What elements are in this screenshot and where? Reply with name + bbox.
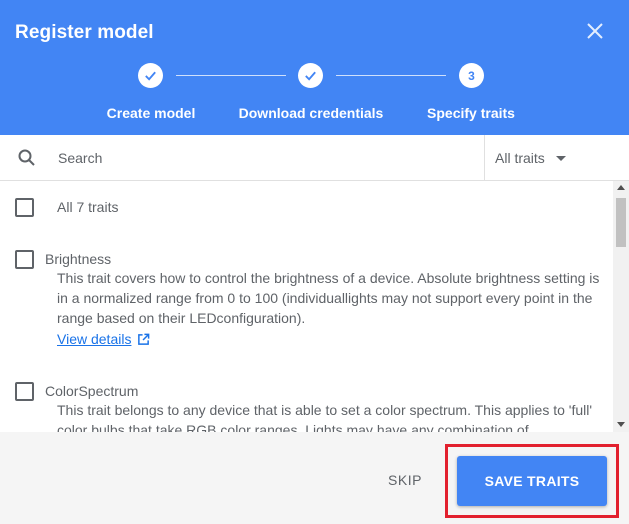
check-icon xyxy=(305,71,316,81)
dialog-footer: SKIP SAVE TRAITS xyxy=(0,432,629,524)
step-label-create-model: Create model xyxy=(106,105,196,121)
step-label-specify-traits: Specify traits xyxy=(427,105,515,121)
check-icon xyxy=(145,71,156,81)
chevron-down-icon xyxy=(555,155,566,161)
select-all-label: All 7 traits xyxy=(57,199,119,215)
save-traits-button[interactable]: SAVE TRAITS xyxy=(457,456,607,506)
skip-button[interactable]: SKIP xyxy=(376,468,434,492)
step-3-indicator: 3 xyxy=(459,63,484,88)
open-in-new-icon xyxy=(138,333,150,345)
trait-checkbox-colorspectrum[interactable] xyxy=(15,382,34,401)
dialog-title: Register model xyxy=(15,22,154,43)
search-bar: All traits xyxy=(0,135,629,181)
step-label-download-credentials: Download credentials xyxy=(238,105,384,121)
traits-list: All 7 traits Brightness This trait cover… xyxy=(0,181,613,432)
select-all-checkbox[interactable] xyxy=(15,198,34,217)
step-1-indicator xyxy=(138,63,163,88)
close-button[interactable] xyxy=(583,19,607,43)
view-details-label: View details xyxy=(57,331,132,347)
trait-filter-dropdown[interactable]: All traits xyxy=(485,135,629,181)
step-2-indicator xyxy=(298,63,323,88)
search-icon xyxy=(18,149,35,166)
list-item: ColorSpectrum This trait belongs to any … xyxy=(0,381,613,432)
close-icon xyxy=(587,23,603,39)
filter-selected-value: All traits xyxy=(495,150,545,166)
scroll-up-arrow-icon[interactable] xyxy=(617,185,625,190)
dialog-header: Register model 3 Create model Download c… xyxy=(0,0,629,135)
trait-name: ColorSpectrum xyxy=(45,383,139,399)
scroll-thumb[interactable] xyxy=(616,198,626,247)
stepper: 3 Create model Download credentials Spec… xyxy=(0,60,629,130)
list-item: Brightness This trait covers how to cont… xyxy=(0,249,613,359)
list-scrollbar[interactable] xyxy=(613,181,629,432)
scroll-down-arrow-icon[interactable] xyxy=(617,422,625,427)
trait-description: This trait covers how to control the bri… xyxy=(57,270,600,326)
trait-description: This trait belongs to any device that is… xyxy=(57,402,593,432)
trait-checkbox-brightness[interactable] xyxy=(15,250,34,269)
search-input[interactable] xyxy=(58,146,468,170)
trait-name: Brightness xyxy=(45,251,112,267)
view-details-link[interactable]: View details xyxy=(57,331,150,347)
step-connector xyxy=(176,75,286,76)
step-connector xyxy=(336,75,446,76)
